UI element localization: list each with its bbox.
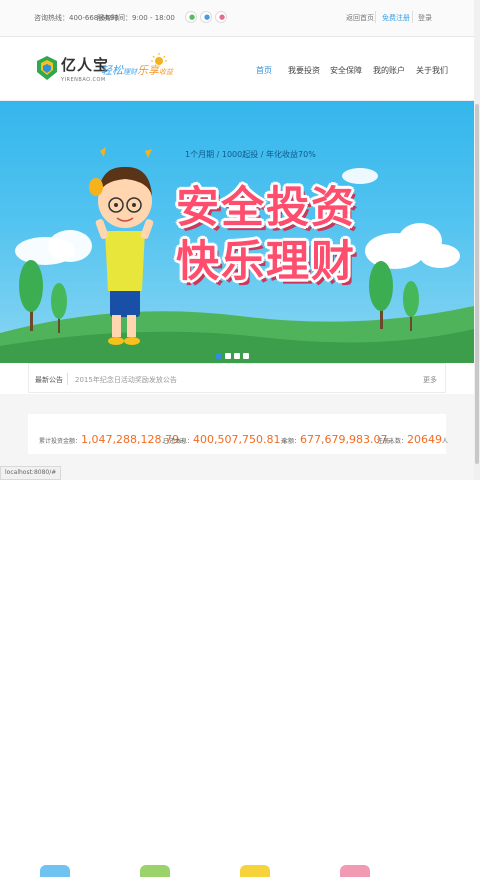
logo-icon[interactable] xyxy=(36,55,58,81)
stat-label: 已还本息： xyxy=(163,438,194,445)
feature-tile[interactable] xyxy=(140,865,170,877)
login-link[interactable]: 登录 xyxy=(418,13,432,23)
sun-icon xyxy=(151,53,167,65)
stat-repaid: 已还本息：400,507,750.81元 xyxy=(163,428,287,447)
logo-subtitle: YIRENBAO.COM xyxy=(61,77,106,83)
register-link[interactable]: 免费注册 xyxy=(382,13,410,23)
stat-registered: 注册人数：20649人 xyxy=(377,428,448,447)
announcement-label: 最新公告 xyxy=(35,376,63,384)
stat-value: 20649 xyxy=(407,433,443,446)
announcement-link[interactable]: 2015年纪念日活动奖励发放公告 xyxy=(75,375,177,385)
nav-about[interactable]: 关于我们 xyxy=(416,65,448,76)
nav-security[interactable]: 安全保障 xyxy=(330,65,362,76)
feature-tile[interactable] xyxy=(340,865,370,877)
divider xyxy=(67,373,68,385)
nav-home[interactable]: 首页 xyxy=(256,65,272,76)
divider xyxy=(412,11,413,23)
back-home-link[interactable]: 返回首页 xyxy=(346,13,374,23)
banner-tagline: 1个月期 / 1000起投 / 年化收益70% xyxy=(185,150,316,159)
stat-label: 余额： xyxy=(282,438,301,445)
slide-dot-2[interactable] xyxy=(225,353,231,359)
wechat-icon[interactable]: ● xyxy=(185,11,197,23)
banner-title-line1: 安全投资 xyxy=(176,183,356,233)
slogan-part2: 理财 xyxy=(123,68,137,76)
hero-banner[interactable]: 1个月期 / 1000起投 / 年化收益70% 安全投资 快乐理财 xyxy=(0,101,474,363)
slogan-part1: 轻松 xyxy=(101,64,123,77)
weibo-icon[interactable]: ● xyxy=(200,11,212,23)
service-hours-text: 服务时间：9:00 - 18:00 xyxy=(97,14,175,22)
stat-unit: 人 xyxy=(442,438,449,445)
feature-tile[interactable] xyxy=(240,865,270,877)
stat-value: 400,507,750.81 xyxy=(193,433,281,446)
slide-dot-1[interactable] xyxy=(216,353,222,359)
scrollbar[interactable] xyxy=(474,0,480,480)
site-header: 亿人宝 YIRENBAO.COM 轻松理财乐享收益 首页 我要投资 安全保障 我… xyxy=(0,37,474,101)
more-link[interactable]: 更多 xyxy=(423,375,437,385)
stats-section: 累计投资金额：1,047,288,128.79元 已还本息：400,507,75… xyxy=(0,394,474,877)
divider xyxy=(375,11,376,23)
announcement-bar: 最新公告 2015年纪念日活动奖励发放公告 更多 xyxy=(28,363,446,393)
stat-label: 累计投资金额： xyxy=(39,438,82,445)
slide-dot-4[interactable] xyxy=(243,353,249,359)
nav-account[interactable]: 我的账户 xyxy=(373,65,405,76)
slogan-part4: 收益 xyxy=(159,68,173,76)
slide-dot-3[interactable] xyxy=(234,353,240,359)
status-bar-url: localhost:8080/# xyxy=(0,466,62,480)
top-bar: 咨询热线：400-668-6698 服务时间：9:00 - 18:00 ● ● … xyxy=(0,0,474,37)
qq-icon[interactable]: ● xyxy=(215,11,227,23)
slider-dots xyxy=(216,344,252,363)
feature-tile[interactable] xyxy=(40,865,70,877)
banner-title-line2: 快乐理财 xyxy=(176,237,356,287)
stat-label: 注册人数： xyxy=(377,438,408,445)
nav-invest[interactable]: 我要投资 xyxy=(288,65,320,76)
stats-panel: 累计投资金额：1,047,288,128.79元 已还本息：400,507,75… xyxy=(28,414,448,454)
scrollbar-thumb[interactable] xyxy=(475,104,479,464)
stat-value: 677,679,983.07 xyxy=(300,433,388,446)
